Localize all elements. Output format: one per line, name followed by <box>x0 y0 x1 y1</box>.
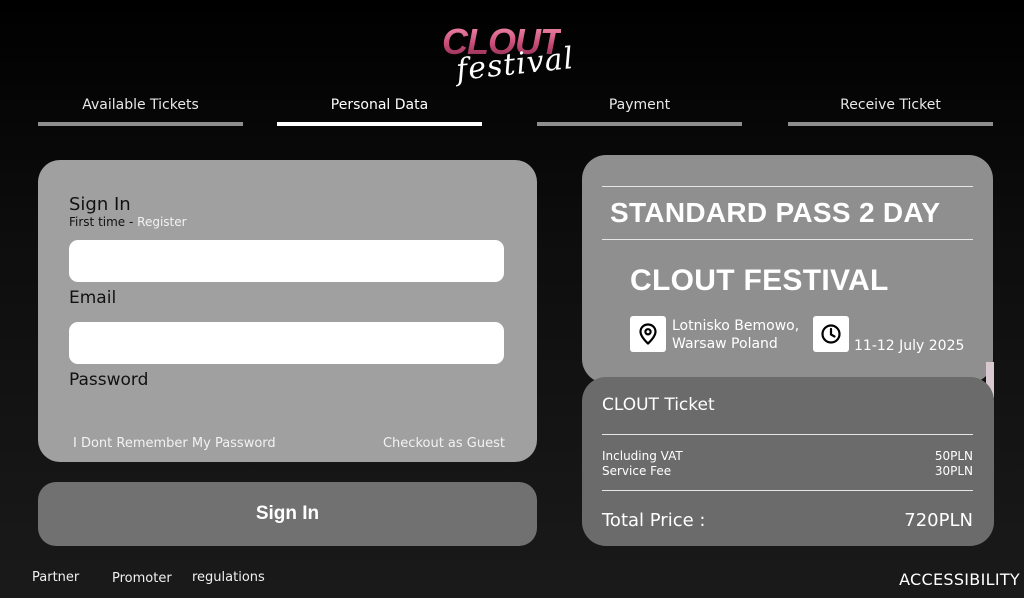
checkout-as-guest-link[interactable]: Checkout as Guest <box>383 436 505 451</box>
forgot-password-link[interactable]: I Dont Remember My Password <box>73 436 276 451</box>
step-personal-data[interactable]: Personal Data <box>277 95 482 129</box>
signin-card: Sign In First time - Register Email Pass… <box>38 160 537 462</box>
ticket-card: STANDARD PASS 2 DAY CLOUT FESTIVAL Lotni… <box>582 155 993 383</box>
footer-regulations-link[interactable]: regulations <box>192 570 265 585</box>
step-progress-bar <box>38 122 243 126</box>
location-text: Lotnisko Bemowo, Warsaw Poland <box>672 317 799 353</box>
location-line-2: Warsaw Poland <box>672 336 778 352</box>
step-label: Personal Data <box>330 97 429 113</box>
divider <box>602 434 973 435</box>
price-title: CLOUT Ticket <box>602 395 715 415</box>
email-label: Email <box>69 288 117 308</box>
divider <box>602 239 973 240</box>
clock-icon <box>813 316 849 352</box>
service-fee-row: Service Fee 30PLN <box>602 464 973 478</box>
signin-title: Sign In <box>69 194 131 215</box>
step-available-tickets[interactable]: Available Tickets <box>38 95 243 129</box>
map-pin-icon <box>630 316 666 352</box>
first-time-text: First time - Register <box>69 215 187 229</box>
location-line-1: Lotnisko Bemowo, <box>672 318 800 334</box>
step-payment[interactable]: Payment <box>537 95 742 129</box>
service-fee-label: Service Fee <box>602 464 672 478</box>
checkout-steps: Available Tickets Personal Data Payment … <box>0 95 1024 129</box>
password-field[interactable] <box>69 322 504 364</box>
first-time-label: First time - <box>69 215 138 229</box>
step-label: Payment <box>608 97 671 113</box>
step-label: Available Tickets <box>82 97 199 113</box>
register-link[interactable]: Register <box>137 215 186 229</box>
divider <box>602 490 973 491</box>
clout-festival-logo[interactable]: CLOUT festival <box>440 24 590 89</box>
service-fee-value: 30PLN <box>934 464 973 478</box>
password-label: Password <box>69 370 149 390</box>
event-date: 11-12 July 2025 <box>854 338 965 354</box>
accessibility-link[interactable]: ACCESSIBILITY <box>899 570 1020 589</box>
step-progress-bar <box>788 122 993 126</box>
vat-label: Including VAT <box>602 449 683 463</box>
step-progress-bar <box>537 122 742 126</box>
vat-row: Including VAT 50PLN <box>602 449 973 463</box>
vat-value: 50PLN <box>934 449 973 463</box>
step-receive-ticket[interactable]: Receive Ticket <box>788 95 993 129</box>
total-price-label: Total Price : <box>602 510 706 531</box>
divider <box>602 186 973 187</box>
footer-promoter-link[interactable]: Promoter <box>112 571 172 586</box>
sign-in-button[interactable]: Sign In <box>38 482 537 546</box>
total-price-value: 720PLN <box>904 510 973 531</box>
pass-name: STANDARD PASS 2 DAY <box>610 197 941 228</box>
step-label: Receive Ticket <box>840 97 941 113</box>
price-summary-card: CLOUT Ticket Including VAT 50PLN Service… <box>582 377 994 546</box>
footer-partner-link[interactable]: Partner <box>32 570 79 585</box>
step-progress-bar <box>277 122 482 126</box>
event-name: CLOUT FESTIVAL <box>630 264 889 297</box>
email-field[interactable] <box>69 240 504 282</box>
